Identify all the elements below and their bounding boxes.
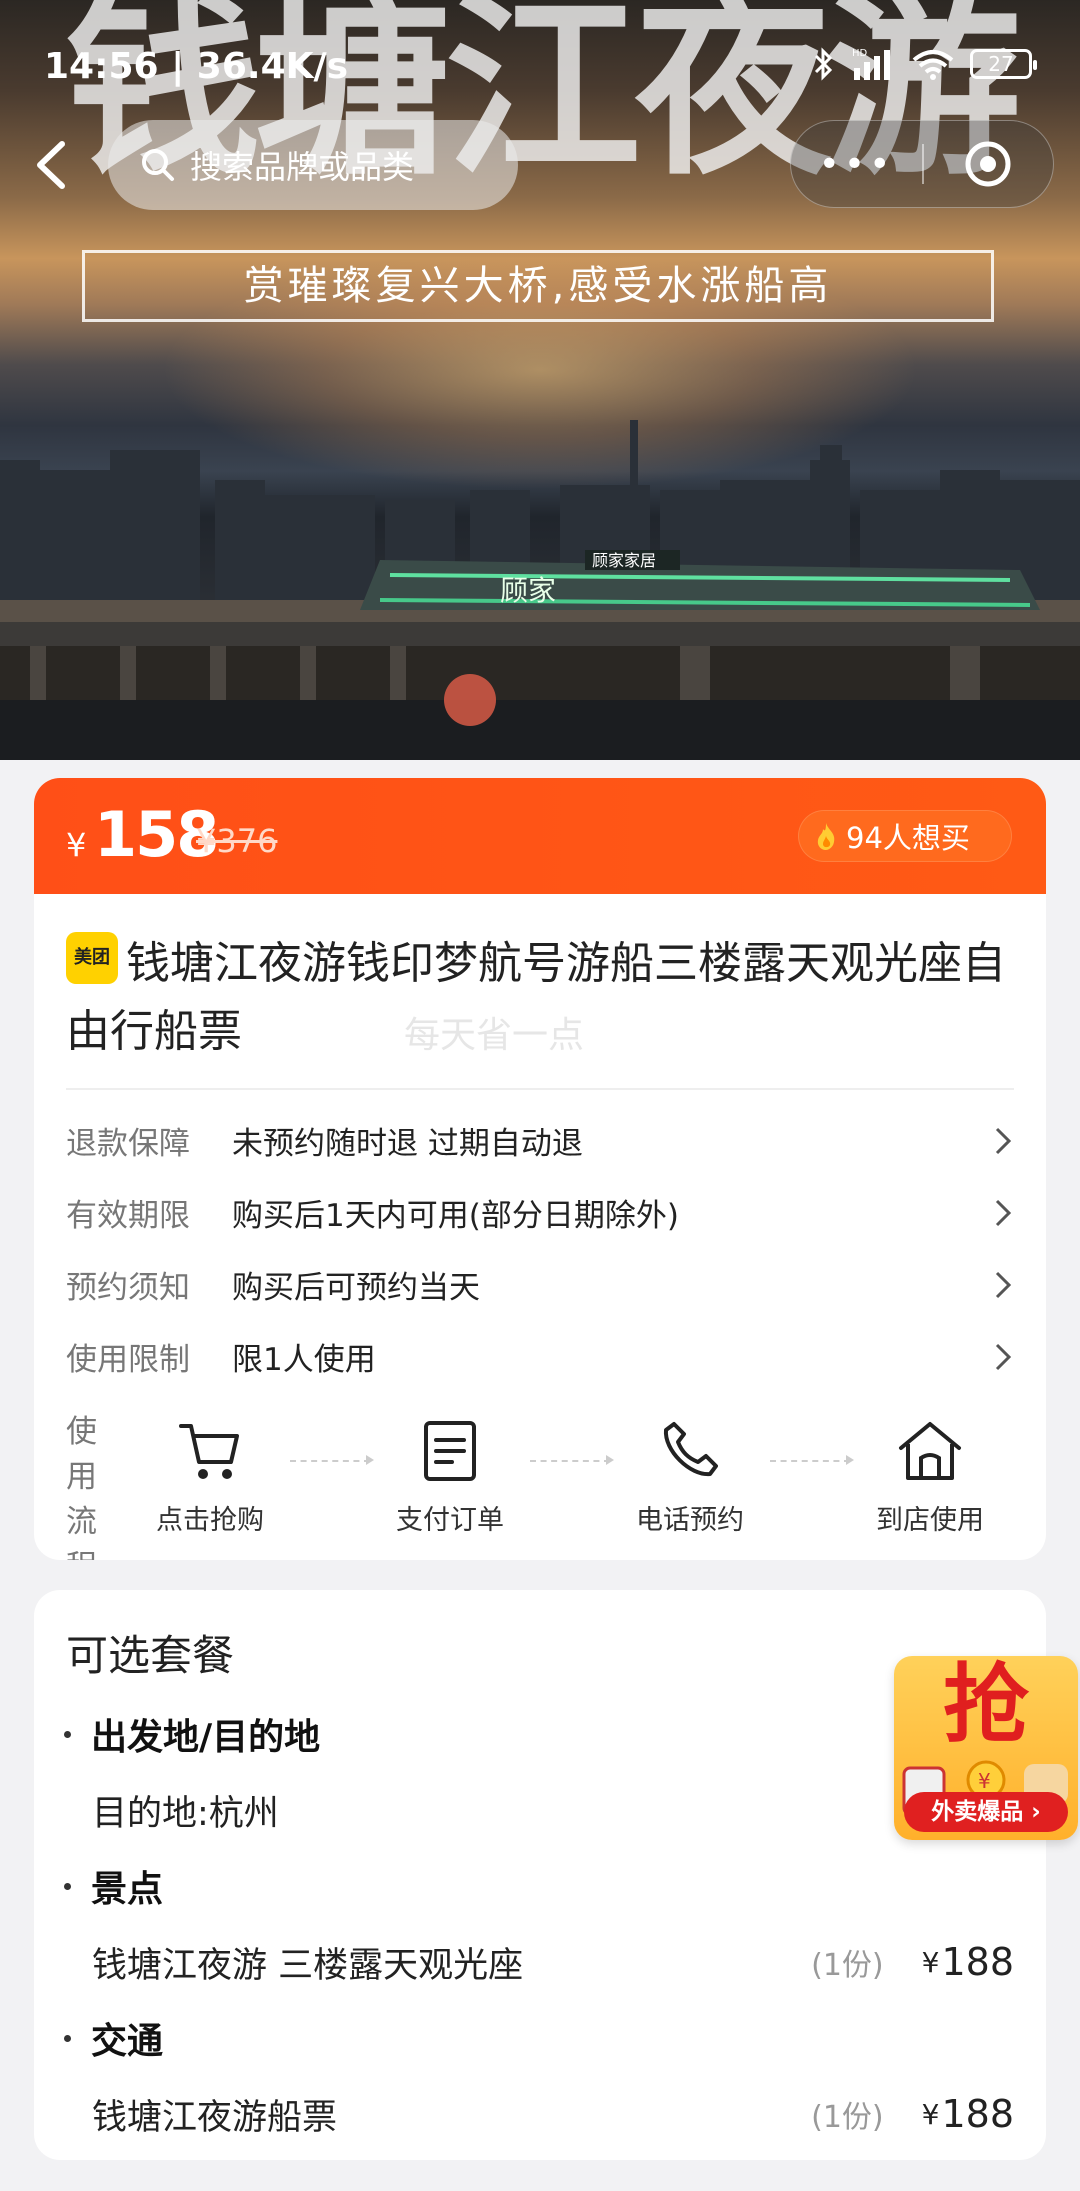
item-name: 钱塘江夜游船票: [92, 2097, 338, 2138]
want-count: 94人想买: [846, 821, 970, 855]
info-key: 使用限制: [66, 1341, 190, 1378]
want-count-badge: 94人想买: [798, 810, 1012, 862]
close-miniapp-button[interactable]: [924, 140, 1053, 188]
promo-banner-label: 外卖爆品 ›: [904, 1792, 1068, 1832]
section-title: 交通: [91, 2021, 164, 2062]
signal-icon: HD: [852, 48, 890, 80]
flow-arrow: [290, 1455, 374, 1465]
price-bar: ¥ 158 ¥376 94人想买: [34, 778, 1046, 894]
item-price: 188: [941, 1940, 1014, 1984]
hero-subtitle: 赏璀璨复兴大桥,感受水涨船高: [82, 250, 994, 322]
info-row-limit[interactable]: 使用限制 限1人使用: [66, 1320, 1014, 1392]
flow-step-pay: 支付订单: [370, 1406, 530, 1560]
info-key: 有效期限: [66, 1197, 190, 1234]
package-section: 交通: [64, 2005, 1014, 2071]
info-row-booking[interactable]: 预约须知 购买后可预约当天: [66, 1248, 1014, 1320]
flow-step-call: 电话预约: [610, 1406, 770, 1560]
item-name: 目的地:杭州: [92, 1793, 279, 1834]
status-icons: HD 27: [810, 46, 1037, 82]
product-title-section: 美团 钱塘江夜游钱印梦航号游船三楼露天观光座自由行船票 每天省一点: [34, 894, 1046, 1066]
info-list: 退款保障 未预约随时退 过期自动退 有效期限 购买后1天内可用(部分日期除外) …: [34, 1104, 1046, 1392]
usage-flow: 使用流程 点击抢购 支付订单: [34, 1406, 1046, 1560]
chevron-right-icon: [995, 1343, 1012, 1371]
miniapp-capsule: •••: [790, 120, 1054, 208]
section-title: 出发地/目的地: [91, 1717, 321, 1758]
package-item: 钱塘江夜游船票 (1份) ¥ 188: [66, 2071, 1014, 2157]
currency-symbol: ¥: [66, 826, 87, 864]
package-item: 目的地:杭州: [66, 1767, 1014, 1853]
flow-arrow: [770, 1455, 854, 1465]
bullet-dot: [64, 1882, 71, 1890]
bullet-dot: [64, 1730, 71, 1738]
info-key: 预约须知: [66, 1269, 190, 1306]
phone-icon: [663, 1422, 718, 1477]
info-value: 购买后可预约当天: [232, 1269, 480, 1306]
boat-sign-1: 顾家家居: [592, 551, 656, 570]
city-skyline-illustration: 顾家家居 顾家: [0, 420, 1080, 760]
item-price: 188: [941, 2092, 1014, 2136]
chevron-right-icon: [995, 1127, 1012, 1155]
item-qty: (1份): [811, 2100, 884, 2135]
info-value: 购买后1天内可用(部分日期除外): [232, 1197, 679, 1234]
flow-step-label: 点击抢购: [156, 1505, 264, 1536]
item-qty: (1份): [811, 1948, 884, 1983]
package-item: 钱塘江夜游 三楼露天观光座 (1份) ¥ 188: [66, 1919, 1014, 2005]
item-name: 钱塘江夜游 三楼露天观光座: [92, 1945, 524, 1986]
meituan-badge: 美团: [66, 932, 118, 984]
chevron-right-icon: [995, 1199, 1012, 1227]
search-icon: [142, 149, 174, 181]
more-menu-button[interactable]: •••: [791, 144, 922, 185]
watermark-text: 每天省一点: [404, 1015, 585, 1056]
section-title: 景点: [91, 1869, 164, 1910]
package-title: 可选套餐: [66, 1631, 235, 1680]
battery-icon: 27: [970, 49, 1037, 79]
package-section: 出发地/目的地: [64, 1701, 1014, 1767]
boat-sign-2: 顾家: [500, 574, 556, 607]
info-value: 未预约随时退 过期自动退: [232, 1125, 583, 1162]
promo-big-text: 抢: [943, 1656, 1029, 1755]
flow-step-label: 电话预约: [636, 1505, 744, 1536]
bullet-dot: [64, 2034, 71, 2042]
document-icon: [424, 1421, 476, 1481]
target-icon: [965, 141, 1011, 187]
search-placeholder: 搜索品牌或品类: [190, 148, 415, 186]
svg-text:HD: HD: [852, 48, 868, 59]
flow-steps: 点击抢购 支付订单 电话预约 到店使用: [124, 1406, 1014, 1560]
flame-icon: [817, 823, 835, 850]
info-row-validity[interactable]: 有效期限 购买后1天内可用(部分日期除外): [66, 1176, 1014, 1248]
home-icon: [899, 1422, 961, 1480]
info-row-refund[interactable]: 退款保障 未预约随时退 过期自动退: [66, 1104, 1014, 1176]
status-time: 14:56 | 36.4K/s: [44, 46, 349, 87]
flow-step-visit: 到店使用: [850, 1406, 1010, 1560]
flow-arrow: [530, 1455, 614, 1465]
flow-label: 使用流程: [66, 1414, 97, 1560]
wifi-icon: [912, 50, 954, 80]
back-arrow-icon[interactable]: [30, 140, 74, 190]
package-section: 景点: [64, 1853, 1014, 1919]
item-currency: ¥: [921, 2097, 940, 2131]
flow-step-label: 到店使用: [876, 1505, 984, 1536]
takeout-promo-float-button[interactable]: 抢 ¥ 外卖爆品 ›: [894, 1656, 1078, 1840]
flow-step-purchase: 点击抢购: [130, 1406, 290, 1560]
divider: [66, 1088, 1014, 1090]
svg-text:¥: ¥: [978, 1769, 991, 1793]
bluetooth-icon: [814, 47, 833, 81]
original-price: ¥376: [196, 822, 278, 860]
hero-banner: 钱塘江夜游 赏璀璨复兴大桥,感受水涨船高 顾家家居 顾家 14:56 | 36.…: [0, 0, 1080, 760]
chevron-right-icon: [995, 1271, 1012, 1299]
search-input[interactable]: 搜索品牌或品类: [108, 120, 518, 210]
info-key: 退款保障: [66, 1125, 190, 1162]
info-value: 限1人使用: [232, 1341, 376, 1378]
item-currency: ¥: [921, 1945, 940, 1979]
flow-step-label: 支付订单: [396, 1505, 504, 1536]
cart-icon: [179, 1424, 239, 1479]
product-card: ¥ 158 ¥376 94人想买 美团 钱塘江夜游钱印梦航号游船三楼露天观光座自由…: [34, 778, 1046, 1560]
